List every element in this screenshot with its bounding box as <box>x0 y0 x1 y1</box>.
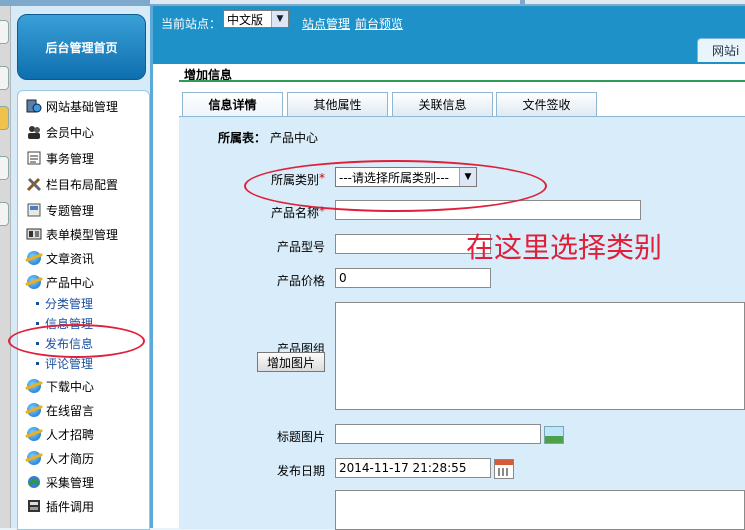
sidebar-item-collect[interactable]: 采集管理 <box>26 473 94 491</box>
tab-file-signoff[interactable]: 文件签收 <box>496 92 597 116</box>
admin-home-button[interactable]: 后台管理首页 <box>17 14 146 80</box>
sidebar-item-label: 人才招聘 <box>46 427 95 442</box>
bullet <box>36 301 39 305</box>
sidebar-item-label: 文章资讯 <box>46 251 95 266</box>
image-picker-icon[interactable] <box>544 426 564 444</box>
tab-label: 文件签收 <box>522 98 571 112</box>
sidebar-item-label: 表单模型管理 <box>46 227 119 242</box>
sidebar-item-label: 下载中心 <box>46 379 95 394</box>
chevron-down-icon: ▼ <box>271 11 288 27</box>
tab-site-label: 网站i <box>712 44 740 58</box>
sidebar-item-label: 网站基础管理 <box>46 99 119 114</box>
sidebar-subitem-category[interactable]: 分类管理 <box>36 295 93 311</box>
sidebar-item-label: 专题管理 <box>46 203 95 218</box>
calendar-icon[interactable] <box>494 459 514 479</box>
tab-related-info[interactable]: 关联信息 <box>392 92 493 116</box>
ie-icon <box>26 426 42 442</box>
sidebar-menu: 网站基础管理 会员中心 事务管理 栏目布局配置 专题管理 表单模型管理 文章资讯 <box>17 90 150 530</box>
tab-other-attributes[interactable]: 其他属性 <box>287 92 388 116</box>
bullet <box>36 321 39 325</box>
product-price-label: 产品价格 <box>277 274 326 288</box>
ie-icon <box>26 250 42 266</box>
add-image-button[interactable]: 增加图片 <box>257 352 325 372</box>
product-model-label: 产品型号 <box>277 240 326 254</box>
bullet <box>36 361 39 365</box>
sidebar-item-members[interactable]: 会员中心 <box>26 123 94 141</box>
tab-site[interactable]: 网站i <box>697 38 745 62</box>
table-value: 产品中心 <box>270 131 319 145</box>
sidebar-item-label: 人才简历 <box>46 451 95 466</box>
sidebar-subitem-label: 分类管理 <box>45 296 94 311</box>
sidebar-item-resumes[interactable]: 人才简历 <box>26 449 94 467</box>
sidebar-item-affairs[interactable]: 事务管理 <box>26 149 94 167</box>
tab-info-details[interactable]: 信息详情 <box>182 92 283 116</box>
frontend-preview-link[interactable]: 前台预览 <box>355 15 403 32</box>
title-divider <box>179 80 745 82</box>
ie-icon <box>26 450 42 466</box>
content-panel: 增加信息 信息详情 其他属性 关联信息 文件签收 所属表： 产品中心 所属类别 … <box>153 64 745 530</box>
tools-icon <box>26 176 42 192</box>
sidebar-item-site-basic[interactable]: 网站基础管理 <box>26 97 118 115</box>
ie-icon <box>26 274 42 290</box>
app-icon[interactable] <box>0 106 9 130</box>
admin-home-label: 后台管理首页 <box>45 40 118 55</box>
publish-date-value: 2014-11-17 21:28:55 <box>339 461 467 475</box>
topic-icon <box>26 202 42 218</box>
table-label: 所属表： <box>218 131 267 145</box>
annotation-text: 在这里选择类别 <box>466 231 663 264</box>
top-header: 当前站点： 中文版 ▼ 站点管理 前台预览 网站i <box>153 6 745 64</box>
content-textarea[interactable] <box>335 490 745 530</box>
app-icon[interactable] <box>0 20 9 44</box>
annotation-ellipse-publish <box>8 324 145 358</box>
app-icon[interactable] <box>0 156 9 180</box>
ie-icon <box>26 402 42 418</box>
app-launcher-strip <box>0 6 11 528</box>
publish-date-label: 发布日期 <box>277 464 326 478</box>
sidebar-item-label: 事务管理 <box>46 151 95 166</box>
site-select-value: 中文版 <box>227 12 264 27</box>
collect-icon <box>26 474 42 490</box>
sidebar-item-downloads[interactable]: 下载中心 <box>26 377 94 395</box>
site-select[interactable]: 中文版 ▼ <box>223 10 289 28</box>
sidebar-item-form-model[interactable]: 表单模型管理 <box>26 225 118 243</box>
sidebar-item-topics[interactable]: 专题管理 <box>26 201 94 219</box>
title-image-input[interactable] <box>335 424 541 444</box>
sidebar-item-label: 栏目布局配置 <box>46 177 119 192</box>
plugin-icon <box>26 498 42 514</box>
add-image-label: 增加图片 <box>266 355 315 370</box>
sidebar-item-layout[interactable]: 栏目布局配置 <box>26 175 118 193</box>
product-gallery-box[interactable] <box>335 302 745 410</box>
app-icon[interactable] <box>0 66 9 90</box>
sidebar-item-label: 会员中心 <box>46 125 95 140</box>
tab-label: 信息详情 <box>208 98 257 112</box>
sidebar-item-label: 采集管理 <box>46 475 95 490</box>
top-strip-segment <box>150 0 520 4</box>
tab-label: 关联信息 <box>418 98 467 112</box>
sidebar-item-label: 插件调用 <box>46 499 95 514</box>
users-icon <box>26 124 42 140</box>
current-site-label: 当前站点： <box>161 17 222 31</box>
title-image-label: 标题图片 <box>277 430 326 444</box>
sidebar-item-guestbook[interactable]: 在线留言 <box>26 401 94 419</box>
form-icon <box>26 226 42 242</box>
app-icon[interactable] <box>0 202 9 226</box>
product-price-value: 0 <box>339 271 347 285</box>
product-price-input[interactable]: 0 <box>335 268 491 288</box>
site-management-link[interactable]: 站点管理 <box>302 15 350 32</box>
globe-server-icon <box>26 98 42 114</box>
ie-icon <box>26 378 42 394</box>
annotation-ellipse-category <box>244 160 547 212</box>
sidebar-item-label: 产品中心 <box>46 275 95 290</box>
sidebar-item-recruitment[interactable]: 人才招聘 <box>26 425 94 443</box>
sidebar-item-label: 在线留言 <box>46 403 95 418</box>
sidebar-item-plugins[interactable]: 插件调用 <box>26 497 94 515</box>
tasks-icon <box>26 150 42 166</box>
sidebar-item-products[interactable]: 产品中心 <box>26 273 94 291</box>
sidebar: 后台管理首页 网站基础管理 会员中心 事务管理 栏目布局配置 专题管理 表单模型… <box>11 6 153 530</box>
publish-date-input[interactable]: 2014-11-17 21:28:55 <box>335 458 491 478</box>
tab-label: 其他属性 <box>313 98 362 112</box>
sidebar-item-articles[interactable]: 文章资讯 <box>26 249 94 267</box>
top-strip-segment <box>525 0 745 4</box>
